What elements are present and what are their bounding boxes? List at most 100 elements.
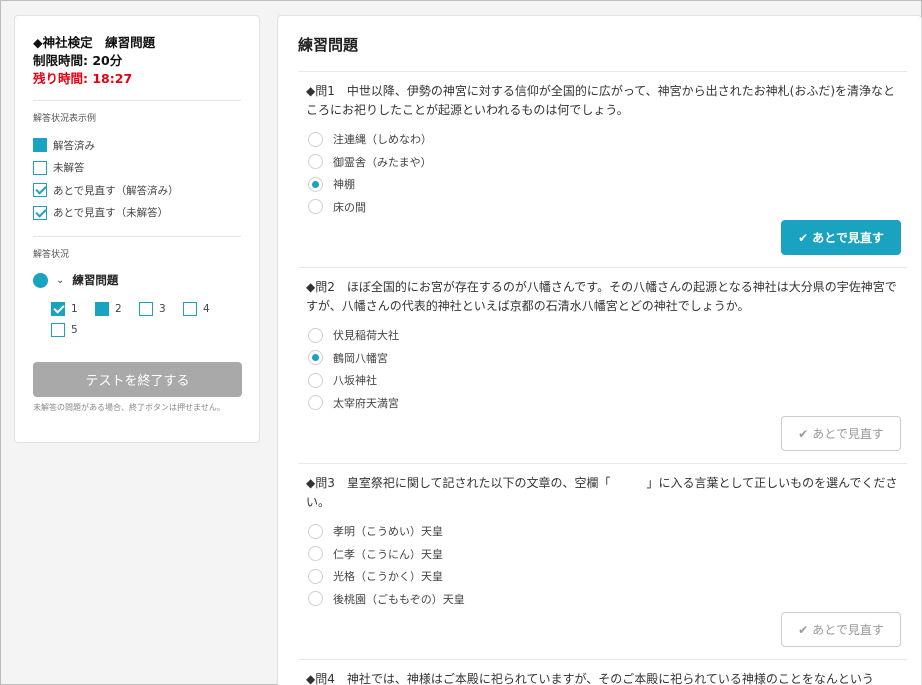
legend-heading: 解答状況表示例 <box>33 114 97 124</box>
unanswered-square-icon <box>183 301 197 316</box>
question-4: ◆問4 神社では、神様はご本殿に祀られていますが、そのご本殿に祀られている神様の… <box>298 660 907 685</box>
answered-square-icon <box>33 138 47 153</box>
option-label: 仁孝（こうにん）天皇 <box>333 547 443 561</box>
unanswered-square-icon <box>139 301 153 316</box>
answer-option[interactable]: 孝明（こうめい）天皇 <box>306 520 907 543</box>
status-sidebar: ◆神社検定 練習問題 制限時間: 20分 残り時間: 18:27 解答状況表示例… <box>14 15 260 443</box>
legend-label: あとで見直す（未解答） <box>53 207 169 220</box>
unanswered-square-icon <box>51 322 65 337</box>
answer-options: 伏見稲荷大社 鶴岡八幡宮 八坂神社 太宰府天満宮 <box>306 324 907 414</box>
answer-options: 孝明（こうめい）天皇 仁孝（こうにん）天皇 光格（こうかく）天皇 後桃園（ごもも… <box>306 520 907 610</box>
answer-option[interactable]: 床の間 <box>306 196 907 219</box>
question-nav-5[interactable]: 5 <box>51 319 95 340</box>
finish-test-button[interactable]: テストを終了する <box>33 362 242 397</box>
question-text: ◆問1 中世以降、伊勢の神宮に対する信仰が全国的に広がって、神宮から出されたお神… <box>306 84 896 117</box>
option-label: 伏見稲荷大社 <box>333 329 399 343</box>
progress-circle-icon <box>33 272 48 288</box>
exam-title: ◆神社検定 練習問題 <box>33 35 156 50</box>
answer-option[interactable]: 鶴岡八幡宮 <box>306 347 907 370</box>
radio-icon[interactable] <box>308 523 323 539</box>
option-label: 注連縄（しめなわ） <box>333 133 432 147</box>
divider <box>33 100 241 101</box>
radio-icon[interactable] <box>308 591 323 607</box>
check-icon: ✔ <box>798 426 809 441</box>
legend-unanswered: 未解答 <box>33 157 241 180</box>
option-label: 御霊舎（みたまや） <box>333 155 432 169</box>
question-3: ◆問3 皇室祭祀に関して記された以下の文章の、空欄「 」に入る言葉として正しいも… <box>298 464 907 660</box>
unanswered-square-icon <box>33 160 47 175</box>
radio-icon[interactable] <box>308 199 323 215</box>
finish-note: 未解答の問題がある場合、終了ボタンは押せません。 <box>33 403 225 412</box>
answer-option[interactable]: 太宰府天満宮 <box>306 392 907 415</box>
radio-icon[interactable] <box>308 131 323 147</box>
radio-selected-icon[interactable] <box>308 176 323 192</box>
review-later-label: あとで見直す <box>812 623 884 637</box>
answer-option[interactable]: 光格（こうかく）天皇 <box>306 565 907 588</box>
radio-icon[interactable] <box>308 546 323 562</box>
review-answered-check-icon <box>33 183 47 198</box>
option-label: 太宰府天満宮 <box>333 396 399 410</box>
page-title: 練習問題 <box>298 34 907 72</box>
question-group-title: 練習問題 <box>72 273 119 287</box>
question-number: 1 <box>71 302 78 315</box>
answered-square-icon <box>95 301 109 316</box>
review-later-label: あとで見直す <box>812 231 884 245</box>
answer-option[interactable]: 八坂神社 <box>306 369 907 392</box>
question-2: ◆問2 ほぼ全国的にお宮が存在するのが八幡さんです。その八幡さんの起源となる神社… <box>298 268 907 464</box>
answer-options: 注連縄（しめなわ） 御霊舎（みたまや） 神棚 床の間 <box>306 128 907 218</box>
answer-option[interactable]: 御霊舎（みたまや） <box>306 151 907 174</box>
answer-option[interactable]: 神棚 <box>306 173 907 196</box>
radio-icon[interactable] <box>308 372 323 388</box>
question-nav-2[interactable]: 2 <box>95 298 139 319</box>
review-later-button[interactable]: ✔ あとで見直す <box>781 416 901 451</box>
option-label: 光格（こうかく）天皇 <box>333 570 443 584</box>
question-group-toggle[interactable]: ⌄ 練習問題 <box>33 270 241 290</box>
legend-label: 未解答 <box>53 162 85 175</box>
question-nav-3[interactable]: 3 <box>139 298 183 319</box>
question-number: 2 <box>115 302 122 315</box>
chevron-down-icon[interactable]: ⌄ <box>56 275 64 286</box>
review-later-button[interactable]: ✔ あとで見直す <box>781 612 901 647</box>
option-label: 神棚 <box>333 178 355 192</box>
option-label: 孝明（こうめい）天皇 <box>333 525 443 539</box>
option-label: 後桃園（ごももぞの）天皇 <box>333 592 465 606</box>
check-icon: ✔ <box>798 622 809 637</box>
radio-icon[interactable] <box>308 568 323 584</box>
answer-option[interactable]: 伏見稲荷大社 <box>306 324 907 347</box>
legend-review-answered: あとで見直す（解答済み） <box>33 179 241 202</box>
legend-label: 解答済み <box>53 139 95 152</box>
question-number: 5 <box>71 323 78 336</box>
check-icon: ✔ <box>798 230 809 245</box>
option-label: 床の間 <box>333 200 366 214</box>
radio-selected-icon[interactable] <box>308 350 323 366</box>
legend-answered: 解答済み <box>33 134 241 157</box>
radio-icon[interactable] <box>308 154 323 170</box>
answer-option[interactable]: 後桃園（ごももぞの）天皇 <box>306 588 907 611</box>
radio-icon[interactable] <box>308 395 323 411</box>
review-answered-check-icon <box>51 301 65 316</box>
status-heading: 解答状況 <box>33 250 70 260</box>
legend-review-unanswered: あとで見直す（未解答） <box>33 202 241 225</box>
question-number: 3 <box>159 302 166 315</box>
time-limit: 制限時間: 20分 <box>33 53 123 68</box>
question-text: ◆問4 神社では、神様はご本殿に祀られていますが、そのご本殿に祀られている神様の… <box>306 672 874 685</box>
radio-icon[interactable] <box>308 327 323 343</box>
legend-label: あとで見直す（解答済み） <box>53 184 179 197</box>
option-label: 鶴岡八幡宮 <box>333 351 388 365</box>
time-remaining: 残り時間: 18:27 <box>33 71 133 86</box>
answer-option[interactable]: 仁孝（こうにん）天皇 <box>306 543 907 566</box>
question-1: ◆問1 中世以降、伊勢の神宮に対する信仰が全国的に広がって、神宮から出されたお神… <box>298 72 907 268</box>
answer-option[interactable]: 注連縄（しめなわ） <box>306 128 907 151</box>
review-unanswered-check-icon <box>33 205 47 220</box>
option-label: 八坂神社 <box>333 374 377 388</box>
question-number: 4 <box>203 302 210 315</box>
question-nav-1[interactable]: 1 <box>51 298 95 319</box>
question-text: ◆問3 皇室祭祀に関して記された以下の文章の、空欄「 」に入る言葉として正しいも… <box>306 476 898 509</box>
review-later-button[interactable]: ✔ あとで見直す <box>781 220 901 255</box>
question-nav-4[interactable]: 4 <box>183 298 227 319</box>
review-later-label: あとで見直す <box>812 427 884 441</box>
question-panel: 練習問題 ◆問1 中世以降、伊勢の神宮に対する信仰が全国的に広がって、神宮から出… <box>277 15 922 685</box>
question-text: ◆問2 ほぼ全国的にお宮が存在するのが八幡さんです。その八幡さんの起源となる神社… <box>306 280 897 313</box>
divider <box>33 236 241 237</box>
question-nav-grid: 1 2 3 4 5 <box>33 298 243 340</box>
